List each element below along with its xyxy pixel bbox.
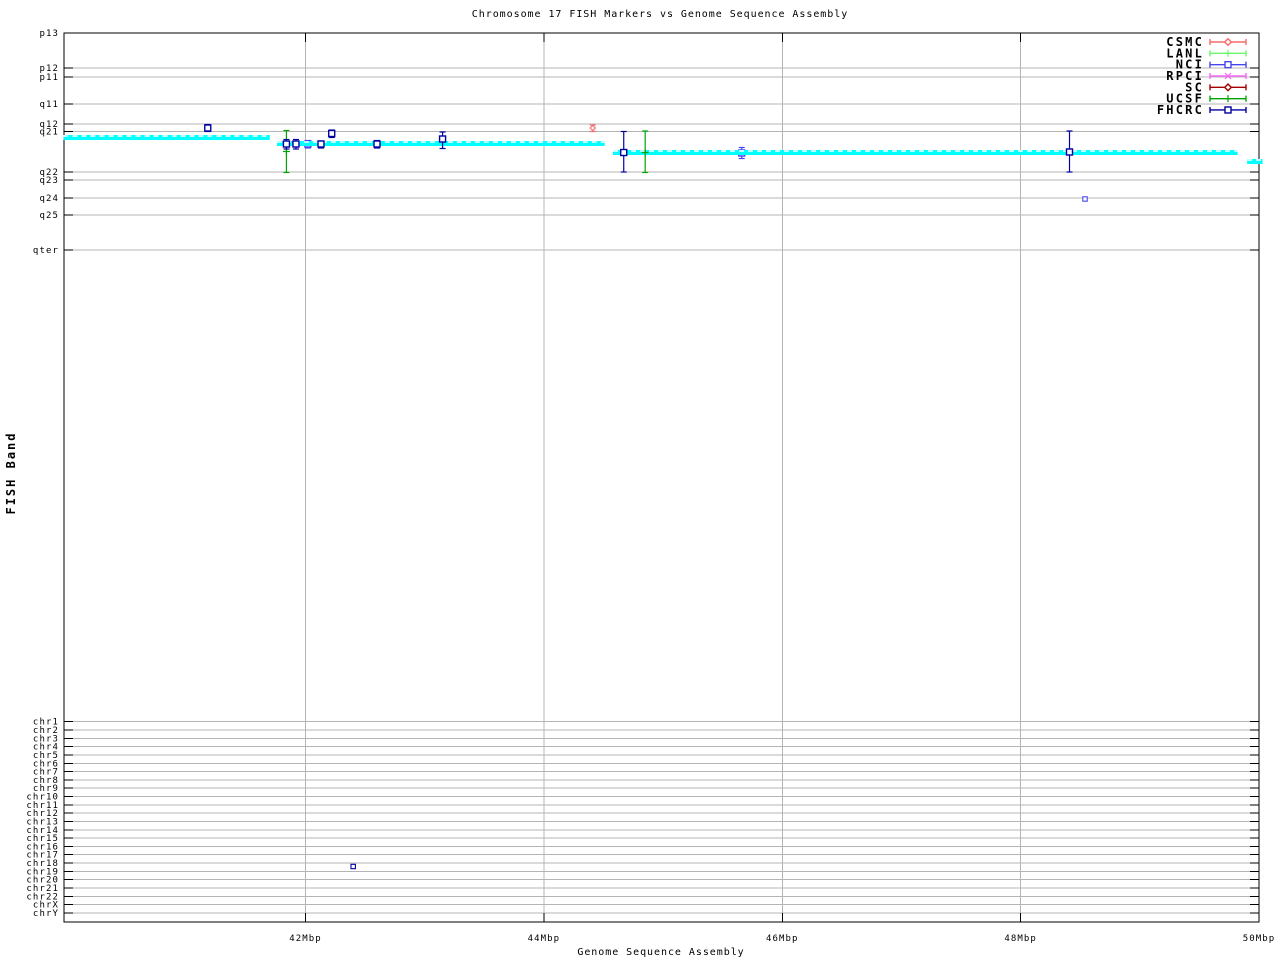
marker-CSMC [589, 124, 597, 133]
marker-FHCRC [350, 863, 356, 870]
marker-FHCRC [328, 129, 336, 139]
marker-FHCRC [373, 139, 381, 149]
markers [204, 123, 1088, 870]
x-tick-label: 42Mbp [289, 934, 322, 944]
legend: CSMCLANLNCIRPCISCUCSFFHCRC [1157, 35, 1247, 117]
x-tick-label: 44Mbp [528, 934, 561, 944]
legend-row-rpci: RPCI [1166, 69, 1247, 83]
tick-labels: p13p12p11q11q12q21q22q23q24q25qterchr1ch… [26, 29, 1276, 944]
marker-FHCRC [292, 138, 300, 150]
legend-row-fhcrc: FHCRC [1157, 103, 1247, 117]
x-tick-label: 46Mbp [766, 934, 799, 944]
y-tick-label: qter [33, 246, 59, 256]
y-tick-label: q25 [39, 211, 59, 221]
marker-NCI [1082, 196, 1088, 202]
legend-label: FHCRC [1157, 103, 1204, 117]
x-tick-label: 48Mbp [1004, 934, 1037, 944]
marker-FHCRC [438, 131, 447, 150]
chart-page: Chromosome 17 FISH Markers vs Genome Seq… [0, 0, 1280, 960]
marker-FHCRC [282, 138, 291, 150]
marker-FHCRC [204, 123, 212, 133]
marker-FHCRC [317, 140, 325, 149]
chr-tick-label: chrY [33, 909, 59, 919]
y-tick-label: q11 [39, 100, 59, 110]
y-tick-label: p13 [39, 29, 59, 39]
marker-FHCRC [1065, 130, 1074, 173]
y-tick-label: q23 [39, 176, 59, 186]
assembly-track [63, 135, 1263, 164]
y-tick-label: q24 [39, 194, 59, 204]
y-tick-label: p11 [39, 73, 59, 83]
gridlines [64, 33, 1259, 922]
x-tick-label: 50Mbp [1243, 934, 1276, 944]
marker-FHCRC [620, 130, 628, 173]
y-tick-label: q21 [39, 128, 59, 138]
chart-canvas: p13p12p11q11q12q21q22q23q24q25qterchr1ch… [26, 29, 1276, 944]
marker-UCSF [282, 129, 290, 174]
